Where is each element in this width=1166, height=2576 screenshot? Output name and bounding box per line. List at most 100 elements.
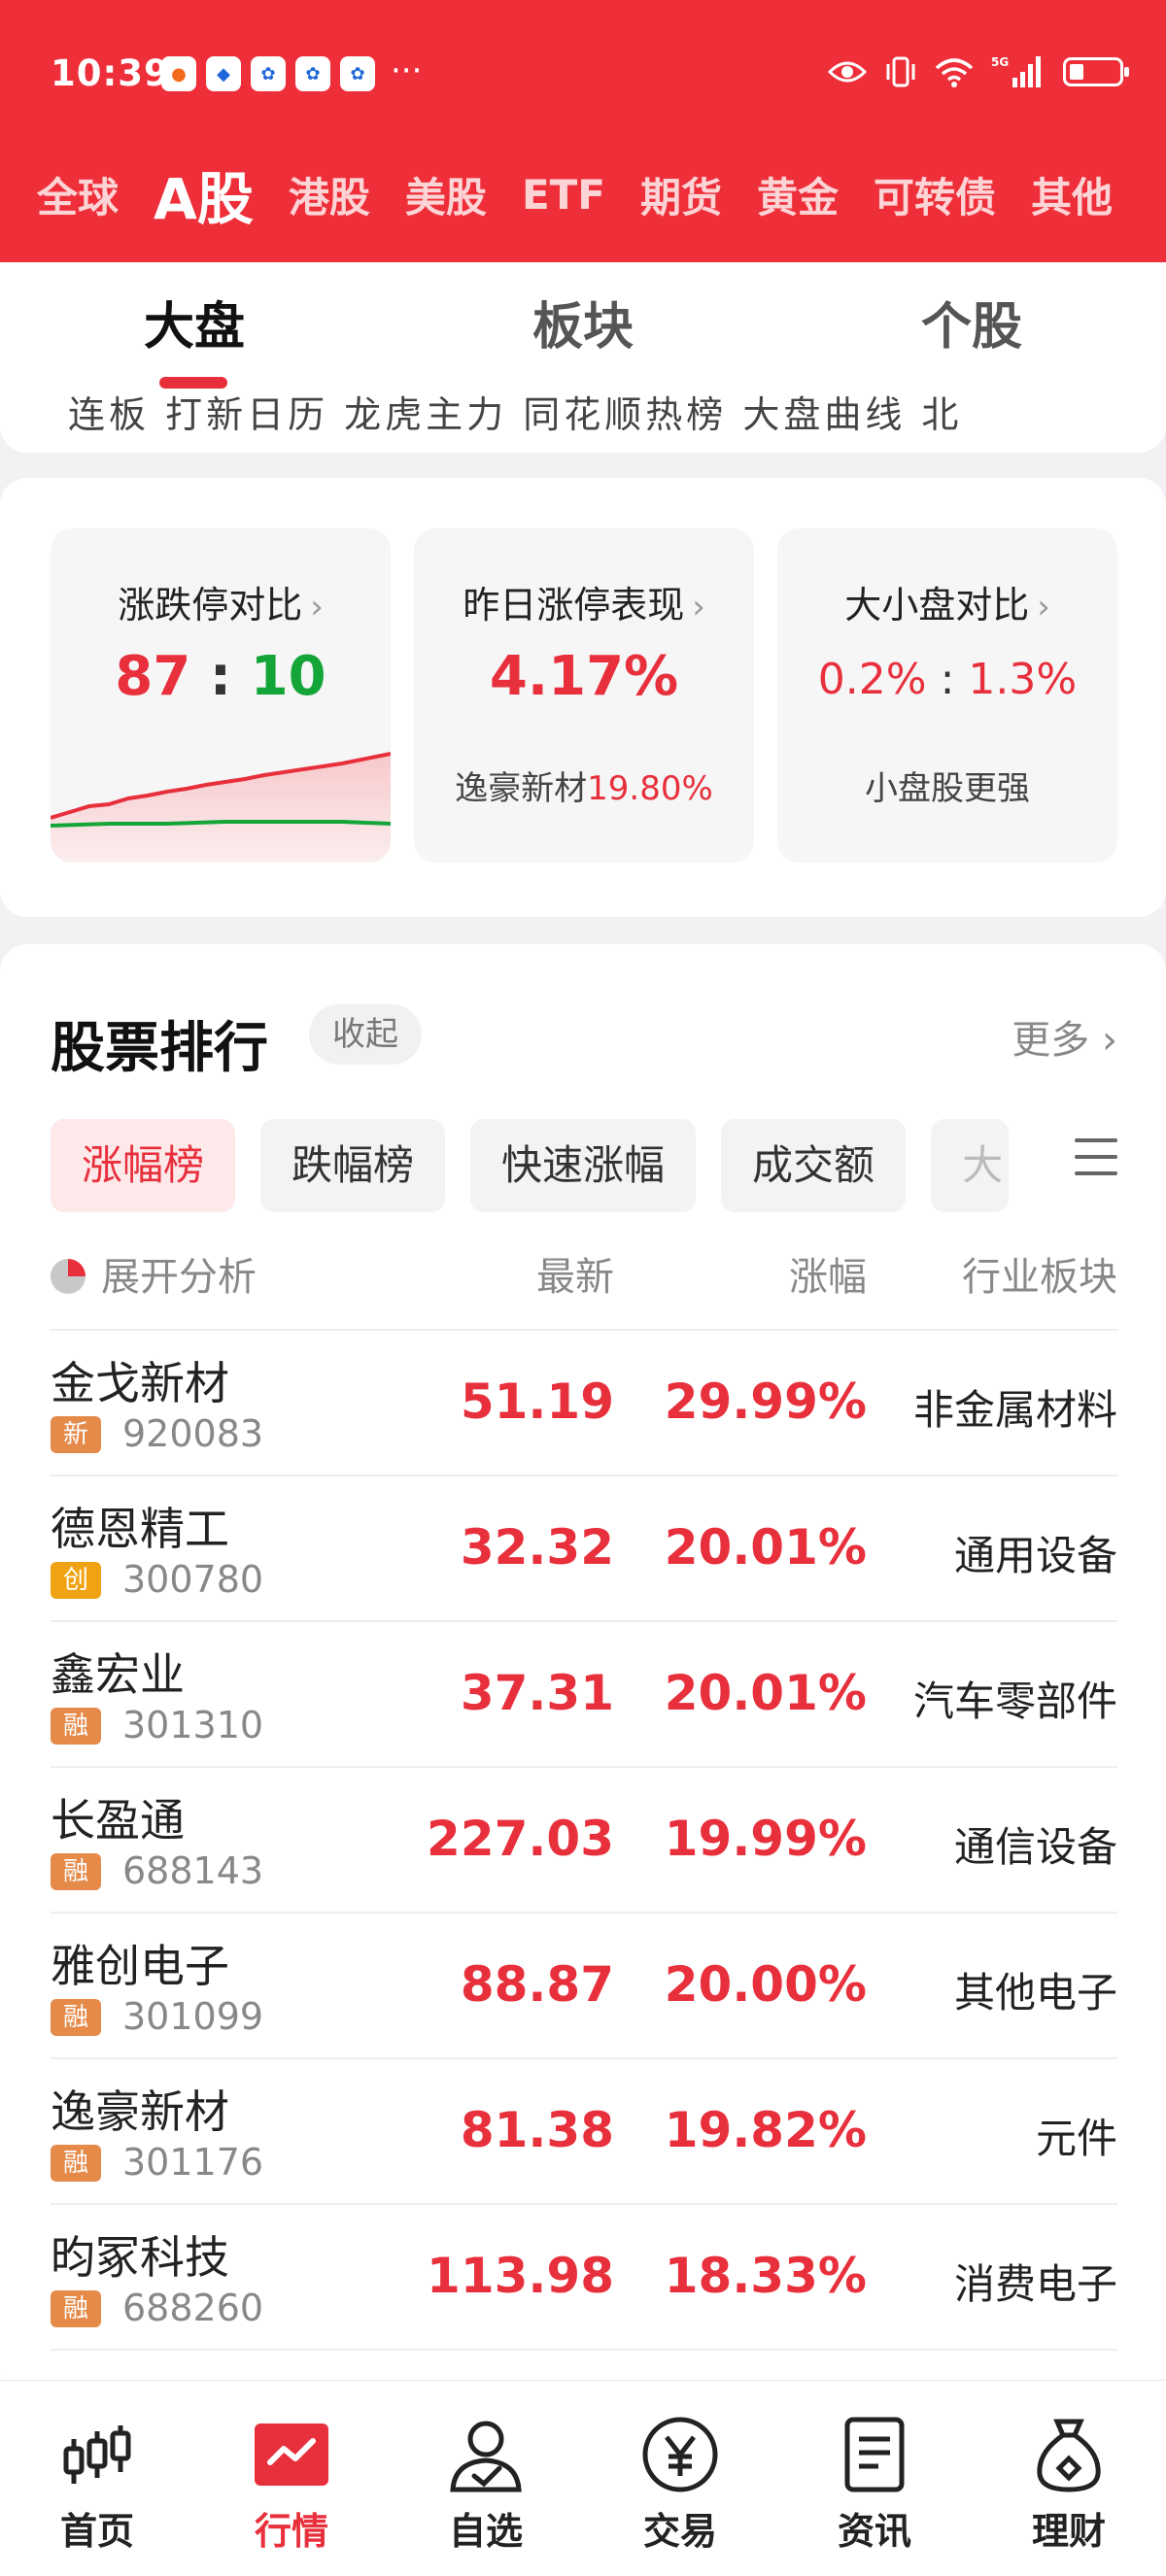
chevron-right-icon: › — [1037, 588, 1050, 627]
header-sector[interactable]: 行业板块 — [962, 1245, 1117, 1302]
feature-strip[interactable]: 连板 打新日历 龙虎主力 同花顺热榜 大盘曲线 北 — [68, 385, 962, 438]
limit-compare-card[interactable]: 涨跌停对比 › 87 : 10 — [51, 528, 391, 863]
market-tab[interactable]: 期货 — [623, 165, 739, 224]
limit-down-count: 10 — [250, 645, 326, 708]
stock-name: 金戈新材 — [51, 1357, 229, 1409]
menu-icon[interactable] — [1075, 1138, 1117, 1177]
market-tab[interactable]: ETF — [504, 171, 623, 219]
chevron-right-icon: › — [310, 588, 324, 627]
collapse-button[interactable]: 收起 — [309, 1004, 422, 1065]
stock-name: 鑫宏业 — [51, 1648, 185, 1701]
stock-code: 300780 — [122, 1558, 264, 1601]
stock-price: 81.38 — [460, 2102, 614, 2158]
stock-change: 19.82% — [664, 2102, 867, 2158]
nav-item[interactable]: 自选 — [389, 2381, 583, 2576]
stock-change: 29.99% — [664, 1373, 867, 1430]
market-tab[interactable]: A股 — [136, 153, 271, 235]
stock-code: 301310 — [122, 1704, 264, 1746]
table-row[interactable]: 雅创电子融 301099 88.87 20.00% 其他电子 — [51, 1914, 1117, 2059]
stock-change: 18.33% — [664, 2248, 867, 2304]
ratio-separator: : — [209, 645, 232, 708]
market-tab[interactable]: 港股 — [271, 165, 388, 224]
sub-tabs-card: 大盘 板块 个股 连板 打新日历 龙虎主力 同花顺热榜 大盘曲线 北 — [0, 262, 1166, 453]
stock-price: 88.87 — [460, 1956, 614, 2013]
notification-app-icon: ● — [161, 56, 196, 91]
table-row[interactable]: 金戈新材新 920083 51.19 29.99% 非金属材料 — [51, 1331, 1117, 1476]
eye-icon — [828, 61, 867, 83]
sub-tab[interactable]: 个股 — [777, 286, 1166, 358]
ratio-separator: : — [940, 655, 955, 704]
header-latest[interactable]: 最新 — [425, 1245, 614, 1302]
stock-price: 227.03 — [427, 1811, 614, 1867]
limit-up-count: 87 — [115, 645, 191, 708]
nav-item[interactable]: 资讯 — [777, 2381, 972, 2576]
table-row[interactable]: 鑫宏业融 301310 37.31 20.01% 汽车零部件 — [51, 1622, 1117, 1768]
stock-sector: 消费电子 — [953, 2260, 1117, 2308]
header-change[interactable]: 涨幅 — [643, 1245, 867, 1302]
nav-item[interactable]: 首页 — [0, 2381, 194, 2576]
ranking-filter-chip[interactable]: 大 — [931, 1119, 1010, 1212]
stock-sector: 其他电子 — [953, 1969, 1117, 2017]
market-tab[interactable]: 其他 — [1013, 165, 1130, 224]
status-bar: 10:39 ● ◆ ✿ ✿ ✿ ··· 5G — [0, 0, 1166, 146]
stock-market-badge: 融 — [51, 2145, 101, 2182]
wifi-icon — [935, 58, 974, 87]
cap-compare-title: 大小盘对比 › — [844, 584, 1050, 627]
cap-compare-value: 0.2% : 1.3% — [777, 655, 1117, 704]
limit-compare-title: 涨跌停对比 › — [118, 584, 324, 627]
nav-label: 理财 — [1031, 2510, 1106, 2553]
table-row[interactable]: 德恩精工创 300780 32.32 20.01% 通用设备 — [51, 1476, 1117, 1622]
leader-stock-name: 逸豪新材 — [455, 769, 588, 808]
stock-change: 20.01% — [664, 1665, 867, 1721]
nav-item[interactable]: 交易 — [583, 2381, 777, 2576]
cap-compare-card[interactable]: 大小盘对比 › 0.2% : 1.3% 小盘股更强 — [777, 528, 1117, 863]
table-row[interactable]: 长盈通融 688143 227.03 19.99% 通信设备 — [51, 1768, 1117, 1914]
stock-name: 逸豪新材 — [51, 2085, 229, 2138]
header: 10:39 ● ◆ ✿ ✿ ✿ ··· 5G 全球 A股 港股 美股 ETF 期货 黄金 可转… — [0, 0, 1166, 262]
sub-tab[interactable]: 板块 — [389, 286, 777, 358]
table-row[interactable]: 昀冢科技融 688260 113.98 18.33% 消费电子 — [51, 2205, 1117, 2351]
yesterday-limit-value: 4.17% — [489, 645, 679, 708]
stock-change: 20.01% — [664, 1519, 867, 1576]
bottom-nav: 首页 行情 自选 交易 资讯 理财 — [0, 2380, 1166, 2576]
sub-tabs: 大盘 板块 个股 — [0, 286, 1166, 358]
ranking-table: 金戈新材新 920083 51.19 29.99% 非金属材料 德恩精工创 300780 32… — [51, 1329, 1117, 2351]
notification-app-icon: ◆ — [206, 56, 241, 91]
system-icons: 5G — [828, 54, 1129, 89]
stock-market-badge: 融 — [51, 1853, 101, 1890]
market-tab[interactable]: 黄金 — [739, 165, 856, 224]
notification-app-icon: ✿ — [340, 56, 375, 91]
trend-icon — [251, 2414, 332, 2495]
market-tab[interactable]: 美股 — [388, 165, 504, 224]
ranking-filter-chip[interactable]: 涨幅榜 — [51, 1119, 236, 1212]
yesterday-limit-leader: 逸豪新材19.80% — [414, 762, 754, 809]
sub-tab[interactable]: 大盘 — [0, 286, 389, 358]
stock-sector: 非金属材料 — [912, 1386, 1117, 1434]
stock-market-badge: 融 — [51, 2290, 101, 2327]
expand-analysis-button[interactable]: 展开分析 — [101, 1245, 257, 1302]
market-tab[interactable]: 全球 — [19, 165, 136, 224]
nav-item[interactable]: 行情 — [194, 2381, 389, 2576]
money-bag-icon — [1028, 2414, 1110, 2495]
limit-compare-value: 87 : 10 — [51, 645, 391, 708]
nav-item[interactable]: 理财 — [972, 2381, 1166, 2576]
stock-sector: 汽车零部件 — [912, 1678, 1117, 1725]
ranking-filter-chip[interactable]: 成交额 — [721, 1119, 907, 1212]
notification-icons: ● ◆ ✿ ✿ ✿ ··· — [161, 54, 422, 91]
yesterday-limit-card[interactable]: 昨日涨停表现 › 4.17% 逸豪新材19.80% — [414, 528, 754, 863]
stock-price: 32.32 — [460, 1519, 614, 1576]
more-button[interactable]: 更多 › — [1012, 1008, 1117, 1065]
market-tab[interactable]: 可转债 — [856, 165, 1013, 224]
ranking-filter-chip[interactable]: 快速涨幅 — [470, 1119, 697, 1212]
ranking-filter-chip[interactable]: 跌幅榜 — [260, 1119, 446, 1212]
pie-chart-icon[interactable] — [51, 1259, 86, 1294]
nav-label: 首页 — [59, 2510, 134, 2553]
svg-text:5G: 5G — [991, 55, 1009, 69]
large-cap-change: 0.2% — [817, 655, 927, 704]
nav-label: 交易 — [642, 2510, 717, 2553]
stock-market-badge: 融 — [51, 1999, 101, 2036]
cap-compare-note: 小盘股更强 — [865, 769, 1030, 808]
status-time: 10:39 — [51, 52, 170, 94]
stock-code: 301176 — [122, 2141, 264, 2184]
table-row[interactable]: 逸豪新材融 301176 81.38 19.82% 元件 — [51, 2059, 1117, 2205]
